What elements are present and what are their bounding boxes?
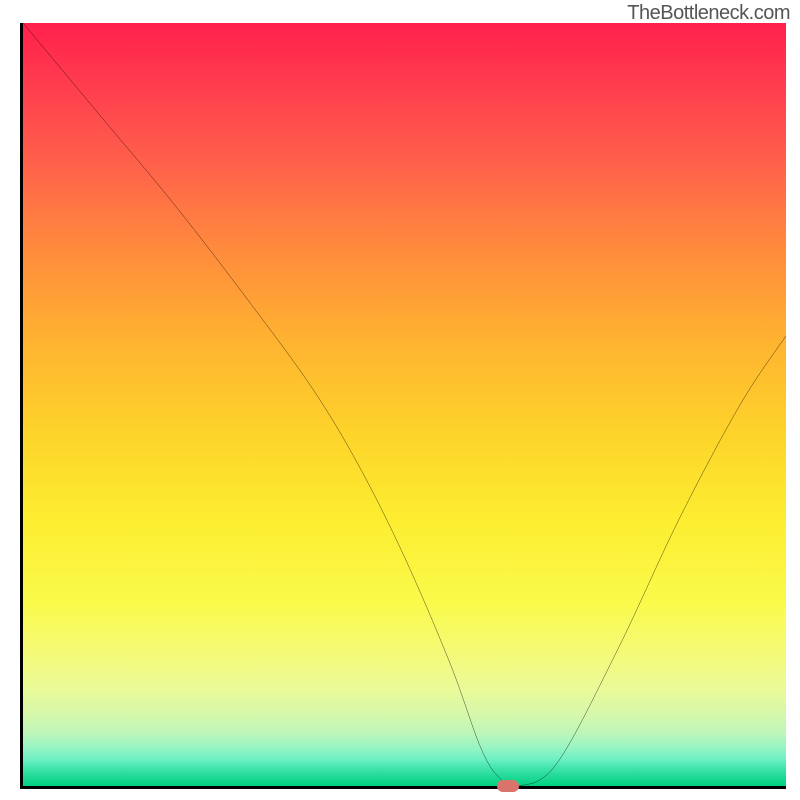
bottleneck-curve xyxy=(23,23,786,786)
optimal-point-marker xyxy=(497,780,519,792)
chart-plot-area xyxy=(20,23,786,789)
watermark-text: TheBottleneck.com xyxy=(627,2,790,25)
